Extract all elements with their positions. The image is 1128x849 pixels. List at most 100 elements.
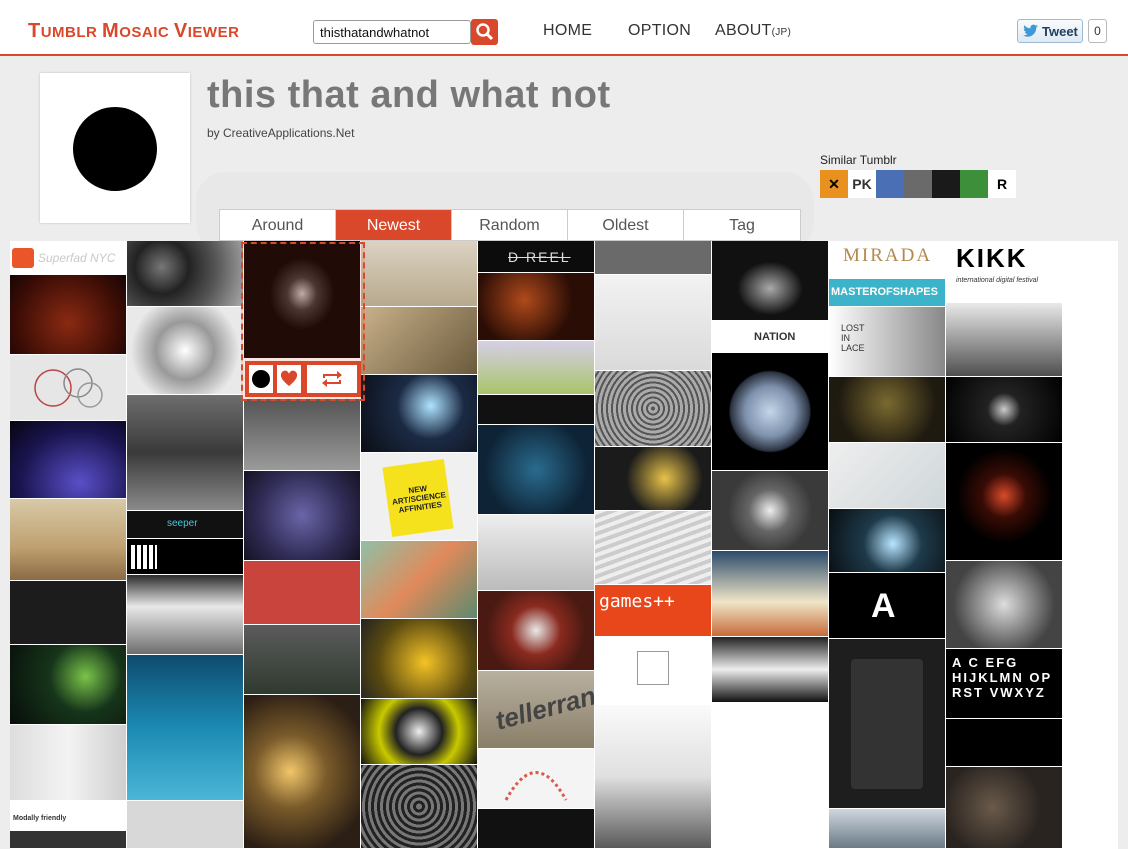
mosaic-tile[interactable] (127, 539, 244, 575)
mosaic-tile[interactable] (127, 395, 244, 511)
mosaic-tile[interactable] (10, 645, 127, 725)
mosaic-tile[interactable]: Modally friendly (10, 801, 127, 849)
tab-around[interactable]: Around (220, 210, 336, 240)
mosaic-tile[interactable]: seeper (127, 511, 244, 539)
search-input[interactable] (313, 20, 471, 44)
mosaic-tile[interactable] (829, 809, 946, 849)
mosaic-tile[interactable] (361, 541, 478, 619)
mosaic-tile[interactable] (478, 273, 595, 341)
mosaic-tile[interactable] (829, 443, 946, 509)
mosaic-tile[interactable] (946, 561, 1063, 649)
mosaic-tile[interactable] (478, 341, 595, 395)
logo-text: UMBLR (40, 24, 103, 41)
mosaic-tile[interactable] (244, 625, 361, 695)
reblog-button[interactable] (307, 365, 357, 393)
mosaic-tile[interactable] (946, 767, 1063, 849)
mosaic-tile[interactable] (595, 637, 712, 705)
mosaic-tile[interactable] (127, 655, 244, 801)
tweet-button[interactable]: Tweet (1017, 19, 1083, 43)
similar-tumblr-thumb[interactable]: ✕ (820, 170, 848, 198)
tab-newest[interactable]: Newest (336, 210, 452, 240)
mosaic-tile[interactable] (829, 509, 946, 573)
mosaic-tile[interactable] (946, 719, 1063, 767)
mosaic-tile[interactable] (478, 395, 595, 425)
mosaic-tile[interactable] (127, 575, 244, 655)
mosaic-tile[interactable] (712, 353, 829, 471)
nav-about[interactable]: ABOUT(JP) (715, 22, 791, 40)
mosaic-tile[interactable] (10, 725, 127, 801)
nav-home[interactable]: HOME (543, 22, 592, 40)
mosaic-tile[interactable] (10, 581, 127, 645)
mosaic-tile[interactable] (595, 371, 712, 447)
similar-tumblr-thumb[interactable] (932, 170, 960, 198)
like-button[interactable] (277, 365, 301, 393)
mosaic-tile[interactable]: KIKK international digital festival (946, 241, 1063, 303)
mosaic-tile[interactable] (127, 241, 244, 307)
similar-tumblr-thumb[interactable] (960, 170, 988, 198)
mosaic-tile[interactable] (361, 699, 478, 765)
mosaic-tile[interactable] (244, 695, 361, 849)
mosaic-tile[interactable] (595, 705, 712, 849)
mosaic-tile[interactable] (712, 703, 829, 849)
similar-tumblr-thumb[interactable] (876, 170, 904, 198)
mosaic-tile[interactable]: NATION (712, 321, 829, 353)
mosaic-tile[interactable] (127, 801, 244, 849)
mosaic-tile[interactable] (478, 809, 595, 849)
mosaic-tile[interactable] (478, 515, 595, 591)
similar-tumblr-thumb[interactable]: R (988, 170, 1016, 198)
mosaic-tile[interactable] (595, 275, 712, 371)
mosaic-tile[interactable]: MIRADA (829, 241, 946, 279)
mosaic-tile[interactable]: A (829, 573, 946, 639)
mosaic-tile[interactable] (829, 377, 946, 443)
mosaic-tile[interactable] (361, 241, 478, 307)
mosaic-tile[interactable] (712, 471, 829, 551)
mosaic-tile[interactable] (712, 551, 829, 637)
mosaic-tile[interactable] (244, 241, 361, 359)
mosaic-tile[interactable]: LOST IN LACE (829, 307, 946, 377)
mosaic-tile[interactable]: NEW ART/SCIENCE AFFINITIES (361, 453, 478, 541)
mosaic-tile[interactable] (361, 765, 478, 849)
mosaic-tile[interactable] (946, 443, 1063, 561)
mosaic-tile[interactable] (595, 241, 712, 275)
mosaic-tile[interactable] (127, 307, 244, 395)
blog-avatar[interactable] (40, 73, 190, 223)
mosaic-tile[interactable] (712, 637, 829, 703)
logo-letter: T (28, 20, 41, 42)
mosaic-grid: Superfad NYC Modally friendly seeper NEW… (10, 241, 1118, 849)
mosaic-tile[interactable] (10, 275, 127, 355)
nav-option[interactable]: OPTION (628, 22, 691, 40)
mosaic-tile[interactable]: A C EFG HIJKLMN OP RST VWXYZ (946, 649, 1063, 719)
mosaic-tile[interactable] (361, 307, 478, 375)
mosaic-tile[interactable] (10, 499, 127, 581)
mosaic-tile[interactable] (595, 511, 712, 585)
mosaic-tile[interactable] (244, 561, 361, 625)
mosaic-tile[interactable] (829, 639, 946, 809)
mosaic-tile[interactable] (361, 619, 478, 699)
search-button[interactable] (471, 19, 498, 45)
mosaic-tile[interactable] (478, 749, 595, 809)
mosaic-tile[interactable] (10, 421, 127, 499)
mosaic-tile[interactable]: MASTEROFSHAPES (829, 279, 946, 307)
tab-random[interactable]: Random (452, 210, 568, 240)
app-logo[interactable]: TUMBLR MOSAIC VIEWER (28, 20, 239, 43)
view-tabs: Around Newest Random Oldest Tag (219, 209, 801, 241)
tab-oldest[interactable]: Oldest (568, 210, 684, 240)
mosaic-tile[interactable] (946, 303, 1063, 377)
mosaic-tile[interactable] (595, 447, 712, 511)
similar-tumblr-thumb[interactable] (904, 170, 932, 198)
mosaic-tile[interactable]: games++ (595, 585, 712, 637)
mosaic-tile[interactable] (946, 377, 1063, 443)
mosaic-tile[interactable] (10, 355, 127, 421)
mosaic-tile[interactable] (244, 399, 361, 471)
mosaic-tile[interactable]: Superfad NYC (10, 241, 127, 275)
mosaic-tile[interactable]: D REEL (478, 241, 595, 273)
mosaic-tile[interactable] (244, 471, 361, 561)
mosaic-tile[interactable]: tellerrand (478, 671, 595, 749)
mosaic-tile[interactable] (361, 375, 478, 453)
tab-tag[interactable]: Tag (684, 210, 800, 240)
mosaic-tile[interactable] (478, 425, 595, 515)
mosaic-tile[interactable] (478, 591, 595, 671)
avatar-button[interactable] (249, 365, 273, 393)
similar-tumblr-thumb[interactable]: PK (848, 170, 876, 198)
mosaic-tile[interactable] (712, 241, 829, 321)
